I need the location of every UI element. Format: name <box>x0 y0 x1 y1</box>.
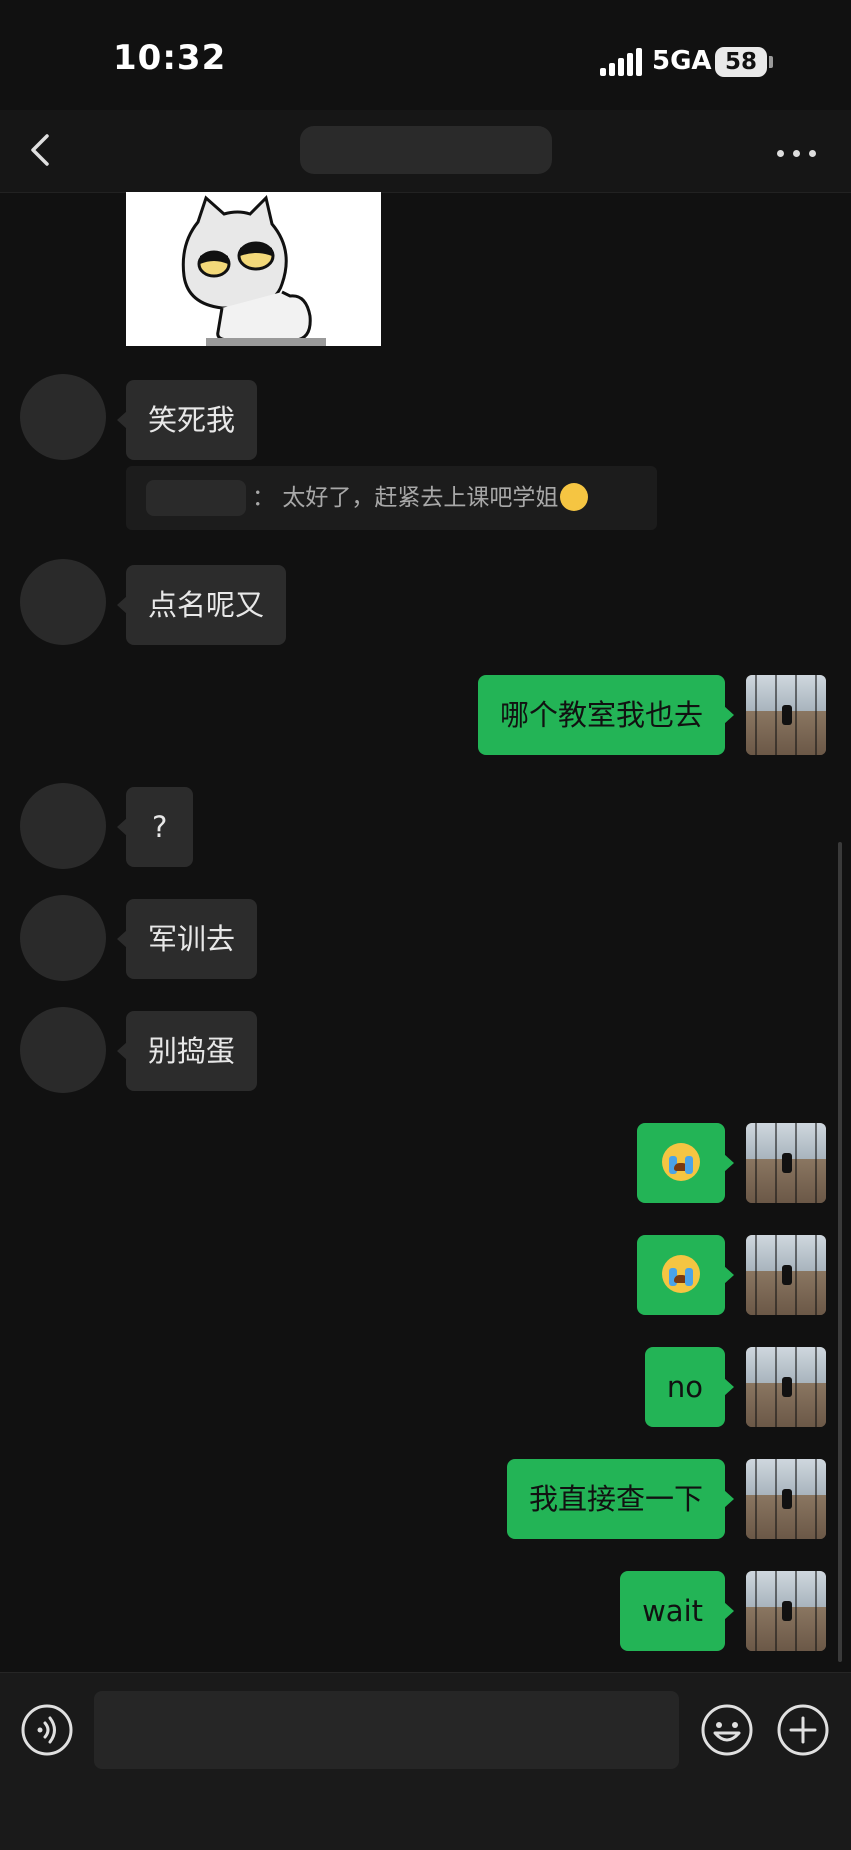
signal-icon <box>600 48 644 76</box>
contact-avatar[interactable] <box>20 374 106 460</box>
scrollbar[interactable] <box>838 842 842 1662</box>
my-avatar[interactable] <box>746 1459 826 1539</box>
more-functions-button[interactable] <box>776 1703 830 1757</box>
message-bubble[interactable]: wait <box>620 1571 734 1651</box>
battery-tip <box>769 56 773 68</box>
message-bubble[interactable]: no <box>644 1347 735 1427</box>
network-type: 5GA <box>652 46 712 76</box>
battery-icon: 58 <box>715 47 767 77</box>
voice-input-button[interactable] <box>20 1703 74 1757</box>
more-button[interactable] <box>772 132 822 172</box>
contact-avatar[interactable] <box>20 559 106 645</box>
message-bubble[interactable]: 我直接查一下 <box>506 1459 735 1539</box>
crying-face-icon <box>662 1143 700 1181</box>
message-bubble[interactable]: ? <box>116 787 194 867</box>
my-avatar[interactable] <box>746 1235 826 1315</box>
chevron-left-icon <box>31 134 49 166</box>
cat-sticker-image[interactable] <box>126 192 381 346</box>
quoted-text: 太好了，赶紧去上课吧学姐 <box>282 485 559 511</box>
message-bubble[interactable]: 别捣蛋 <box>116 1011 258 1091</box>
message-bubble[interactable] <box>637 1123 734 1203</box>
crying-face-icon <box>662 1255 700 1293</box>
quoted-sender <box>146 480 246 516</box>
chat-header <box>0 110 851 193</box>
thinking-face-icon <box>560 482 589 511</box>
chat-title <box>300 126 552 174</box>
emoji-button[interactable] <box>700 1703 754 1757</box>
contact-avatar[interactable] <box>20 1007 106 1093</box>
my-avatar[interactable] <box>746 1347 826 1427</box>
message-bubble[interactable]: 哪个教室我也去 <box>477 675 735 755</box>
input-bar <box>0 1672 851 1850</box>
voice-icon <box>21 1704 73 1756</box>
status-bar: 10:32 5GA 58 <box>0 0 851 110</box>
smiley-icon <box>701 1704 753 1756</box>
my-avatar[interactable] <box>746 1571 826 1651</box>
contact-avatar[interactable] <box>20 895 106 981</box>
quoted-message[interactable]: ： 太好了，赶紧去上课吧学姐 <box>126 466 657 530</box>
contact-avatar[interactable] <box>20 783 106 869</box>
message-input[interactable] <box>94 1691 679 1769</box>
back-button[interactable] <box>20 128 64 172</box>
message-bubble[interactable]: 军训去 <box>116 899 258 979</box>
my-avatar[interactable] <box>746 675 826 755</box>
message-bubble[interactable]: 笑死我 <box>116 380 258 460</box>
message-bubble[interactable]: 点名呢又 <box>116 565 287 645</box>
status-time: 10:32 <box>113 38 227 78</box>
my-avatar[interactable] <box>746 1123 826 1203</box>
message-list[interactable]: 笑死我 ： 太好了，赶紧去上课吧学姐 点名呢又 哪个教室我也去 ? 军训去 别捣… <box>0 192 851 1672</box>
quote-separator: ： <box>252 485 275 511</box>
message-bubble[interactable] <box>637 1235 734 1315</box>
plus-icon <box>777 1704 829 1756</box>
